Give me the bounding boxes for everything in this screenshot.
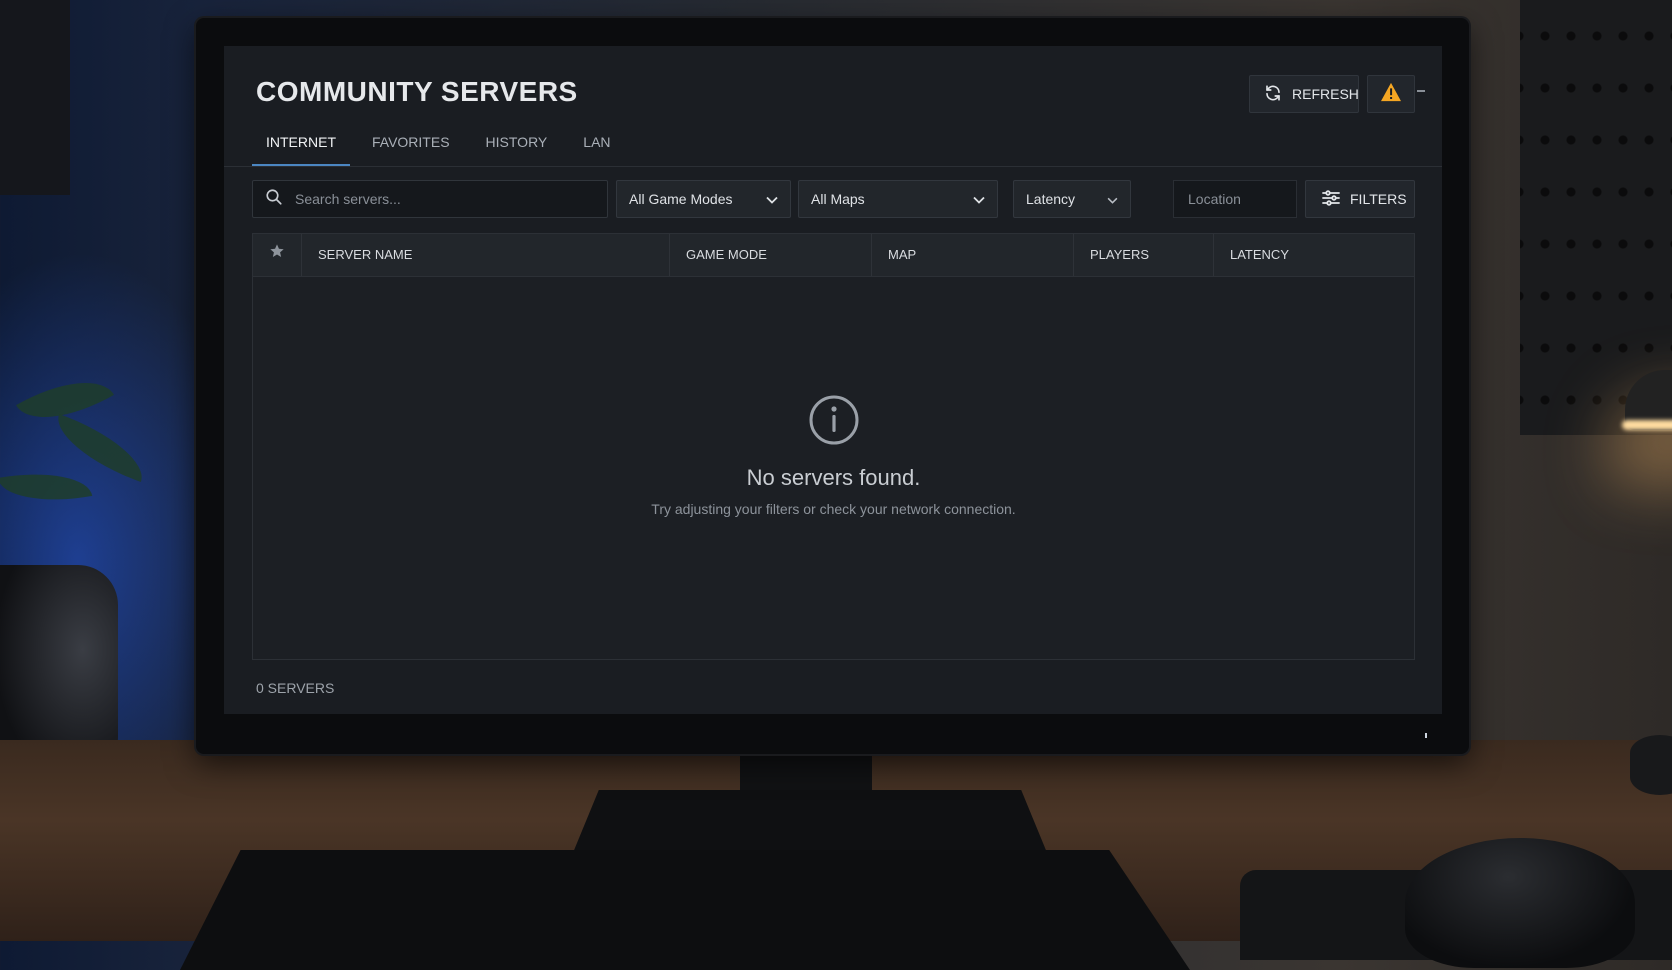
window-control-dash <box>1417 90 1425 92</box>
map-value: All Maps <box>811 191 865 207</box>
map-select[interactable]: All Maps <box>798 180 998 218</box>
favorite-column-header[interactable] <box>253 234 301 276</box>
lamp-base <box>1630 735 1672 795</box>
sort-value: Latency <box>1026 191 1076 207</box>
power-led <box>1425 733 1427 738</box>
column-players[interactable]: PLAYERS <box>1073 234 1213 276</box>
monitor-base <box>570 790 1050 860</box>
column-map[interactable]: MAP <box>871 234 1073 276</box>
server-table: SERVER NAME GAME MODE MAP PLAYERS LATENC… <box>252 233 1415 660</box>
warning-icon <box>1380 82 1402 107</box>
warning-button[interactable] <box>1367 75 1415 113</box>
server-browser-window: COMMUNITY SERVERS REFRESH INTERNET FAVOR… <box>224 46 1442 714</box>
info-icon <box>253 394 1414 451</box>
mouse <box>1405 838 1635 968</box>
server-count: 0 SERVERS <box>256 680 335 696</box>
chevron-down-icon <box>766 191 778 207</box>
search-icon <box>265 188 283 211</box>
sort-select[interactable]: Latency <box>1013 180 1131 218</box>
game-mode-value: All Game Modes <box>629 191 733 207</box>
tab-favorites[interactable]: FAVORITES <box>358 128 464 166</box>
lamp-light <box>1622 420 1672 430</box>
tab-bar: INTERNET FAVORITES HISTORY LAN <box>252 128 633 166</box>
page-title: COMMUNITY SERVERS <box>256 76 578 107</box>
location-input[interactable] <box>1186 190 1290 208</box>
empty-state-title: No servers found. <box>746 465 921 490</box>
tab-history[interactable]: HISTORY <box>472 128 562 166</box>
tabs-divider <box>224 166 1442 167</box>
column-game-mode[interactable]: GAME MODE <box>669 234 871 276</box>
chevron-down-icon <box>973 191 985 207</box>
column-latency[interactable]: LATENCY <box>1213 234 1414 276</box>
empty-state-subtitle: Try adjusting your filters or check your… <box>651 501 1016 517</box>
star-icon <box>269 234 285 276</box>
tab-internet[interactable]: INTERNET <box>252 128 350 166</box>
keyboard <box>180 850 1190 970</box>
search-input[interactable] <box>293 190 587 208</box>
column-server-name[interactable]: SERVER NAME <box>301 234 669 276</box>
refresh-button[interactable]: REFRESH <box>1249 75 1359 113</box>
table-header: SERVER NAME GAME MODE MAP PLAYERS LATENC… <box>253 234 1414 277</box>
location-box <box>1173 180 1297 218</box>
game-mode-select[interactable]: All Game Modes <box>616 180 791 218</box>
refresh-icon <box>1264 84 1282 105</box>
empty-state: No servers found. Try adjusting your fil… <box>253 394 1414 517</box>
chevron-down-icon <box>1107 191 1118 207</box>
filters-label: FILTERS <box>1350 191 1407 207</box>
tab-lan[interactable]: LAN <box>569 128 624 166</box>
refresh-label: REFRESH <box>1292 86 1359 102</box>
wall-frame <box>0 0 70 195</box>
pegboard <box>1520 0 1672 435</box>
search-box <box>252 180 608 218</box>
filters-button[interactable]: FILTERS <box>1305 180 1415 218</box>
sliders-icon <box>1322 189 1340 209</box>
